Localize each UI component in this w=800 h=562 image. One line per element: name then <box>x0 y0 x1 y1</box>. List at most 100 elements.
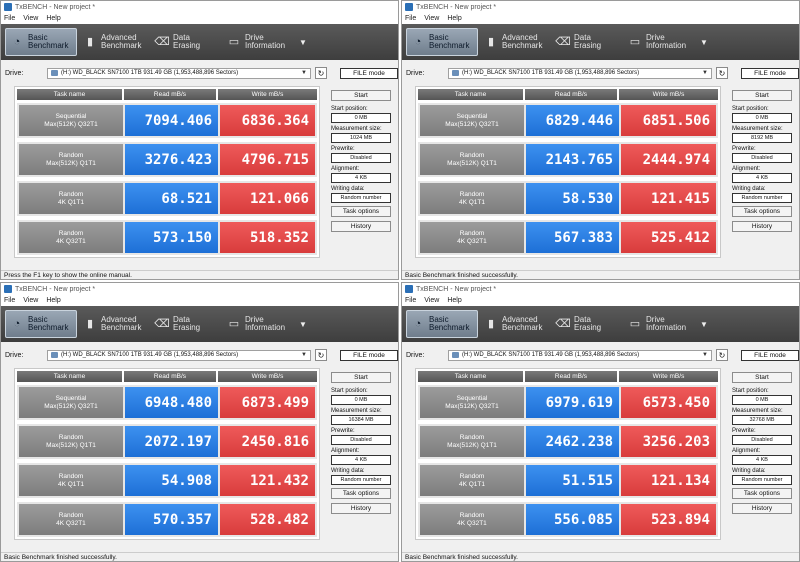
drive-select[interactable]: (H:) WD_BLACK SN7100 1TB 931.49 GB (1,95… <box>47 349 311 361</box>
task-name-button[interactable]: Random 4K Q32T1 <box>420 504 524 535</box>
alignment-field[interactable]: 4 KB <box>331 173 391 183</box>
task-options-button[interactable]: Task options <box>732 488 792 499</box>
task-params: 4K Q32T1 <box>457 237 487 245</box>
chevron-down-icon[interactable]: ▼ <box>299 320 307 329</box>
menu-item-help[interactable]: Help <box>447 15 461 22</box>
alignment-field[interactable]: 4 KB <box>732 455 792 465</box>
task-name-button[interactable]: Random 4K Q1T1 <box>420 465 524 496</box>
tab-basic-benchmark[interactable]: ◔ Basic Benchmark <box>406 28 478 56</box>
menu-item-view[interactable]: View <box>23 15 38 22</box>
task-name-button[interactable]: Random 4K Q32T1 <box>19 222 123 253</box>
tab-advanced-benchmark[interactable]: ▮ Advanced Benchmark <box>480 310 550 338</box>
menu-item-help[interactable]: Help <box>46 297 60 304</box>
chevron-down-icon[interactable]: ▼ <box>299 38 307 47</box>
chevron-down-icon[interactable]: ▼ <box>700 320 708 329</box>
menu-item-file[interactable]: File <box>405 297 416 304</box>
menu-item-file[interactable]: File <box>405 15 416 22</box>
task-name-button[interactable]: Random Max(512K) Q1T1 <box>19 144 123 175</box>
drive-select[interactable]: (H:) WD_BLACK SN7100 1TB 931.49 GB (1,95… <box>448 349 712 361</box>
task-options-button[interactable]: Task options <box>331 206 391 217</box>
menu-item-file[interactable]: File <box>4 15 15 22</box>
writing-data-field[interactable]: Random number <box>331 475 391 485</box>
tab-advanced-benchmark[interactable]: ▮ Advanced Benchmark <box>79 28 149 56</box>
tab-data-erasing[interactable]: ⌫ Data Erasing <box>552 310 622 338</box>
start-button[interactable]: Start <box>732 90 792 101</box>
results-table: Task name Read mB/s Write mB/s Sequential Ma… <box>415 86 721 258</box>
start-position-field[interactable]: 0 MB <box>331 395 391 405</box>
measurement-size-field[interactable]: 32768 MB <box>732 415 792 425</box>
chevron-down-icon[interactable]: ▼ <box>700 38 708 47</box>
read-speed: 2462.238 <box>526 426 619 457</box>
tab-advanced-benchmark[interactable]: ▮ Advanced Benchmark <box>480 28 550 56</box>
prewrite-field[interactable]: Disabled <box>331 153 391 163</box>
tab-drive-information[interactable]: ▭ Drive Information <box>223 28 293 56</box>
tab-advanced-benchmark[interactable]: ▮ Advanced Benchmark <box>79 310 149 338</box>
tab-data-erasing[interactable]: ⌫ Data Erasing <box>552 28 622 56</box>
task-name-button[interactable]: Random 4K Q32T1 <box>19 504 123 535</box>
task-name-button[interactable]: Random Max(512K) Q1T1 <box>420 426 524 457</box>
start-position-field[interactable]: 0 MB <box>331 113 391 123</box>
prewrite-field[interactable]: Disabled <box>331 435 391 445</box>
task-name-button[interactable]: Sequential Max(512K) Q32T1 <box>19 387 123 418</box>
start-position-label: Start position: <box>331 388 368 394</box>
measurement-size-field[interactable]: 8192 MB <box>732 133 792 143</box>
task-name-button[interactable]: Random 4K Q1T1 <box>19 183 123 214</box>
history-button[interactable]: History <box>732 503 792 514</box>
history-button[interactable]: History <box>732 221 792 232</box>
task-name-button[interactable]: Random Max(512K) Q1T1 <box>19 426 123 457</box>
tab-basic-benchmark[interactable]: ◔ Basic Benchmark <box>5 310 77 338</box>
start-position-field[interactable]: 0 MB <box>732 395 792 405</box>
menu-item-file[interactable]: File <box>4 297 15 304</box>
history-button[interactable]: History <box>331 221 391 232</box>
start-button[interactable]: Start <box>732 372 792 383</box>
tab-drive-information[interactable]: ▭ Drive Information <box>624 28 694 56</box>
prewrite-label: Prewrite: <box>331 146 355 152</box>
refresh-button[interactable]: ↻ <box>716 67 728 79</box>
refresh-button[interactable]: ↻ <box>315 349 327 361</box>
history-button[interactable]: History <box>331 503 391 514</box>
bar-chart-icon: ▮ <box>86 318 94 330</box>
tab-data-erasing[interactable]: ⌫ Data Erasing <box>151 310 221 338</box>
tab-data-erasing[interactable]: ⌫ Data Erasing <box>151 28 221 56</box>
txbench-window-3: TxBENCH - New project * File View Help ◔ Basi… <box>0 282 399 562</box>
prewrite-field[interactable]: Disabled <box>732 435 792 445</box>
file-mode-button[interactable]: FILE mode <box>741 67 799 79</box>
writing-data-field[interactable]: Random number <box>732 193 792 203</box>
file-mode-button[interactable]: FILE mode <box>741 349 799 361</box>
file-mode-button[interactable]: FILE mode <box>340 349 398 361</box>
refresh-button[interactable]: ↻ <box>716 349 728 361</box>
refresh-button[interactable]: ↻ <box>315 67 327 79</box>
measurement-size-field[interactable]: 1024 MB <box>331 133 391 143</box>
menu-item-help[interactable]: Help <box>447 297 461 304</box>
start-button[interactable]: Start <box>331 90 391 101</box>
task-name-button[interactable]: Random Max(512K) Q1T1 <box>420 144 524 175</box>
task-type: Random <box>58 190 84 198</box>
menu-item-view[interactable]: View <box>424 297 439 304</box>
prewrite-field[interactable]: Disabled <box>732 153 792 163</box>
task-name-button[interactable]: Sequential Max(512K) Q32T1 <box>420 105 524 136</box>
task-name-button[interactable]: Random 4K Q32T1 <box>420 222 524 253</box>
alignment-field[interactable]: 4 KB <box>732 173 792 183</box>
start-button[interactable]: Start <box>331 372 391 383</box>
task-options-button[interactable]: Task options <box>331 488 391 499</box>
alignment-field[interactable]: 4 KB <box>331 455 391 465</box>
tab-basic-benchmark[interactable]: ◔ Basic Benchmark <box>406 310 478 338</box>
menu-item-view[interactable]: View <box>23 297 38 304</box>
tab-drive-information[interactable]: ▭ Drive Information <box>624 310 694 338</box>
writing-data-field[interactable]: Random number <box>331 193 391 203</box>
task-name-button[interactable]: Sequential Max(512K) Q32T1 <box>420 387 524 418</box>
task-name-button[interactable]: Random 4K Q1T1 <box>420 183 524 214</box>
drive-select[interactable]: (H:) WD_BLACK SN7100 1TB 931.49 GB (1,95… <box>448 67 712 79</box>
measurement-size-field[interactable]: 16384 MB <box>331 415 391 425</box>
drive-select[interactable]: (H:) WD_BLACK SN7100 1TB 931.49 GB (1,95… <box>47 67 311 79</box>
task-name-button[interactable]: Random 4K Q1T1 <box>19 465 123 496</box>
start-position-field[interactable]: 0 MB <box>732 113 792 123</box>
tab-basic-benchmark[interactable]: ◔ Basic Benchmark <box>5 28 77 56</box>
writing-data-field[interactable]: Random number <box>732 475 792 485</box>
task-name-button[interactable]: Sequential Max(512K) Q32T1 <box>19 105 123 136</box>
tab-drive-information[interactable]: ▭ Drive Information <box>223 310 293 338</box>
menu-item-help[interactable]: Help <box>46 15 60 22</box>
menu-item-view[interactable]: View <box>424 15 439 22</box>
file-mode-button[interactable]: FILE mode <box>340 67 398 79</box>
task-options-button[interactable]: Task options <box>732 206 792 217</box>
